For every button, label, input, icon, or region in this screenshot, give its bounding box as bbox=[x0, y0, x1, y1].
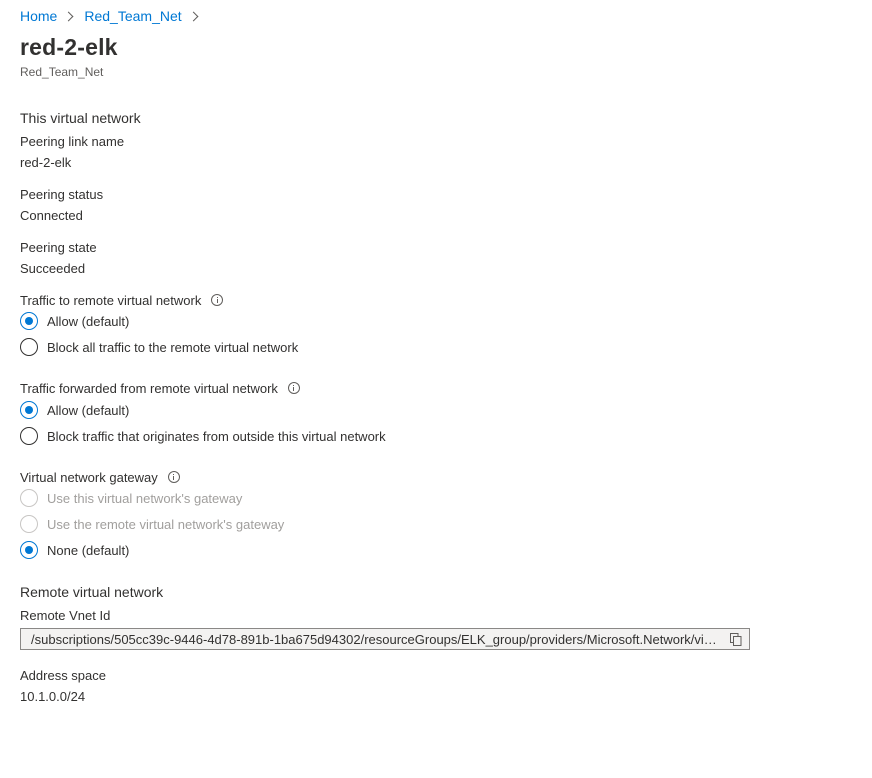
peering-status-label: Peering status bbox=[20, 187, 104, 202]
radio-gateway-use-remote: Use the remote virtual network's gateway bbox=[20, 514, 284, 534]
peering-link-name-value: red-2-elk bbox=[20, 155, 72, 170]
radio-button[interactable] bbox=[20, 427, 38, 445]
remote-vnet-id-label: Remote Vnet Id bbox=[20, 608, 111, 623]
traffic-forwarded-label-text: Traffic forwarded from remote virtual ne… bbox=[20, 381, 278, 396]
radio-button-checked[interactable] bbox=[20, 401, 38, 419]
traffic-to-remote-label-text: Traffic to remote virtual network bbox=[20, 293, 202, 308]
info-icon[interactable] bbox=[287, 382, 300, 394]
remote-vnet-id-value: /subscriptions/505cc39c-9446-4d78-891b-1… bbox=[31, 631, 721, 647]
radio-label: Use this virtual network's gateway bbox=[47, 490, 243, 506]
address-space-label: Address space bbox=[20, 668, 106, 683]
radio-label: None (default) bbox=[47, 542, 130, 558]
remote-vnet-id-field[interactable]: /subscriptions/505cc39c-9446-4d78-891b-1… bbox=[20, 628, 750, 650]
radio-label: Allow (default) bbox=[47, 402, 130, 418]
address-space-value: 10.1.0.0/24 bbox=[20, 689, 86, 704]
chevron-right-icon bbox=[63, 11, 74, 21]
breadcrumb-red-team-net[interactable]: Red_Team_Net bbox=[84, 8, 181, 24]
radio-gateway-none[interactable]: None (default) bbox=[20, 540, 129, 560]
radio-label: Block all traffic to the remote virtual … bbox=[47, 339, 299, 355]
section-title-this-vnet: This virtual network bbox=[20, 110, 141, 126]
peering-link-name-label: Peering link name bbox=[20, 134, 125, 149]
radio-label: Use the remote virtual network's gateway bbox=[47, 516, 285, 532]
traffic-forwarded-label: Traffic forwarded from remote virtual ne… bbox=[20, 381, 300, 396]
gateway-label: Virtual network gateway bbox=[20, 470, 180, 485]
page-title: red-2-elk bbox=[20, 34, 118, 60]
info-icon[interactable] bbox=[167, 471, 180, 483]
radio-label: Allow (default) bbox=[47, 313, 130, 329]
breadcrumb-home[interactable]: Home bbox=[20, 8, 57, 24]
radio-label: Block traffic that originates from outsi… bbox=[47, 428, 386, 444]
peering-status-value: Connected bbox=[20, 208, 83, 223]
copy-icon[interactable] bbox=[730, 633, 742, 646]
peering-state-label: Peering state bbox=[20, 240, 97, 255]
info-icon[interactable] bbox=[211, 294, 224, 306]
radio-button[interactable] bbox=[20, 338, 38, 356]
page-subtitle: Red_Team_Net bbox=[20, 65, 104, 79]
chevron-right-icon bbox=[188, 11, 199, 21]
radio-button-checked[interactable] bbox=[20, 312, 38, 330]
radio-traffic-forwarded-block[interactable]: Block traffic that originates from outsi… bbox=[20, 426, 386, 446]
breadcrumb: Home Red_Team_Net bbox=[20, 6, 209, 26]
peering-state-value: Succeeded bbox=[20, 261, 86, 276]
traffic-to-remote-label: Traffic to remote virtual network bbox=[20, 293, 224, 308]
radio-button-disabled bbox=[20, 489, 38, 507]
radio-traffic-forwarded-allow[interactable]: Allow (default) bbox=[20, 400, 129, 420]
radio-traffic-to-remote-allow[interactable]: Allow (default) bbox=[20, 311, 129, 331]
radio-traffic-to-remote-block[interactable]: Block all traffic to the remote virtual … bbox=[20, 337, 298, 357]
radio-button-checked[interactable] bbox=[20, 541, 38, 559]
radio-gateway-use-this: Use this virtual network's gateway bbox=[20, 488, 242, 508]
gateway-label-text: Virtual network gateway bbox=[20, 470, 158, 485]
section-title-remote-vnet: Remote virtual network bbox=[20, 584, 164, 600]
radio-button-disabled bbox=[20, 515, 38, 533]
